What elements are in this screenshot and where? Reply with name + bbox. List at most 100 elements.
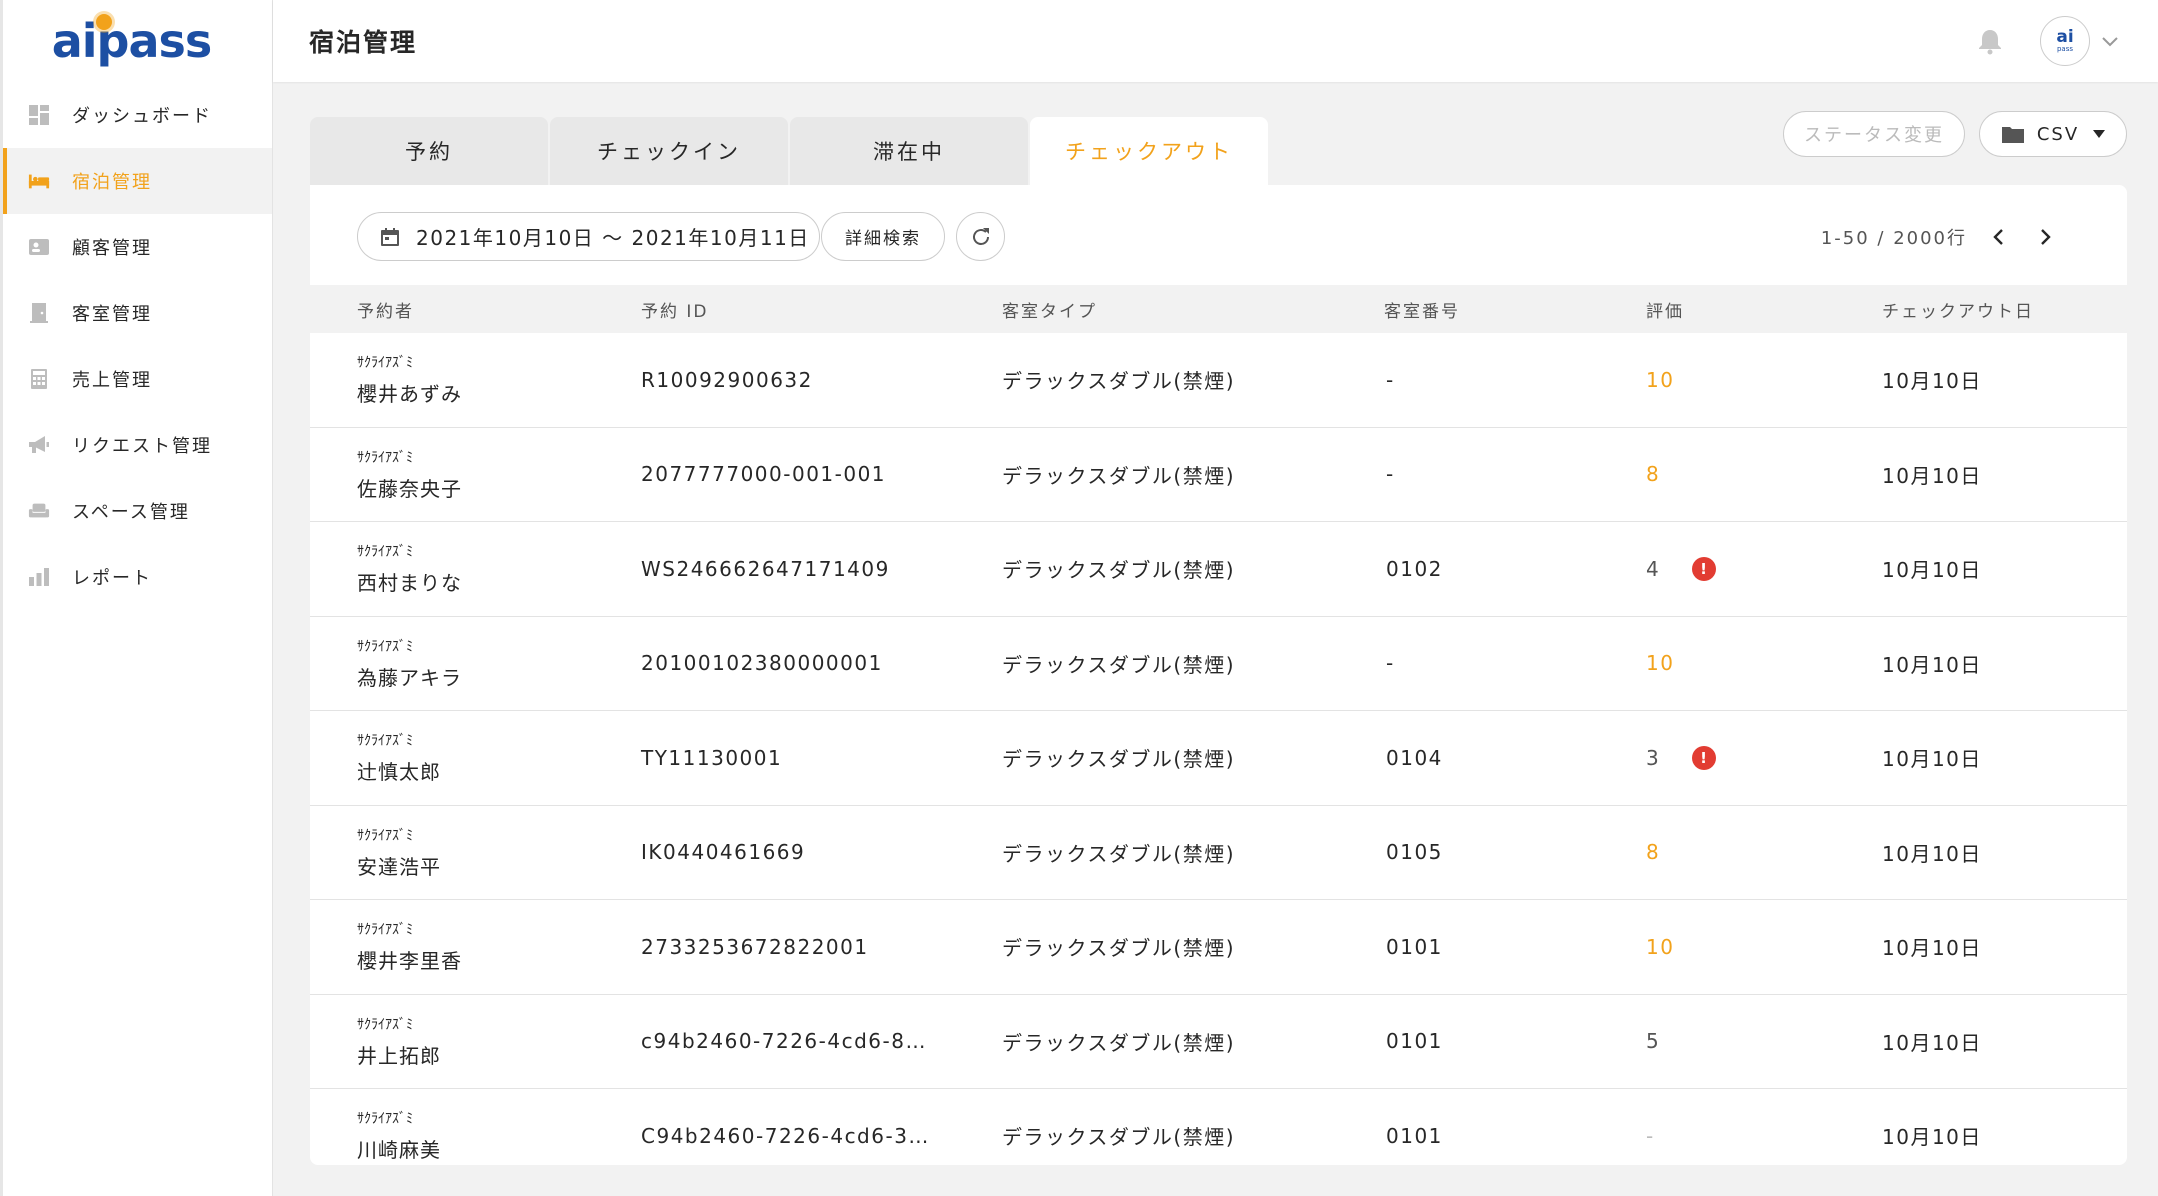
csv-button[interactable]: CSV xyxy=(1979,111,2127,157)
sidebar-item-reports[interactable]: レポート xyxy=(3,544,272,610)
tab-staying[interactable]: 滞在中 xyxy=(790,117,1028,185)
room-number: 0105 xyxy=(1386,840,1443,865)
guest-cell: ｻｸﾗｲｱｽﾞﾐ 辻慎太郎 xyxy=(310,730,641,785)
sidebar-item-accommodation[interactable]: 宿泊管理 xyxy=(3,148,272,214)
sidebar-item-spaces[interactable]: スペース管理 xyxy=(3,478,272,544)
checkout-date: 10月10日 xyxy=(1882,936,1982,961)
reservation-id: C94b2460-7226-4cd6-3… xyxy=(641,1123,930,1148)
guest-name: 為藤アキラ xyxy=(357,665,462,690)
column-header-reservation-id[interactable]: 予約 ID xyxy=(641,297,1002,322)
calendar-icon xyxy=(381,227,399,246)
calculator-icon xyxy=(28,368,50,390)
rating-cell: 5 xyxy=(1646,1029,1882,1053)
tab-checkin[interactable]: チェックイン xyxy=(550,117,788,185)
table-row[interactable]: ｻｸﾗｲｱｽﾞﾐ 為藤アキラ 20100102380000001 デラックスダブル(禁… xyxy=(310,617,2127,711)
guest-name: 安達浩平 xyxy=(357,854,441,879)
guest-name: 辻慎太郎 xyxy=(357,760,441,785)
tab-checkout[interactable]: チェックアウト xyxy=(1030,117,1268,185)
avatar-text: ai xyxy=(2056,27,2074,47)
guest-name: 西村まりな xyxy=(357,571,462,596)
room-number: - xyxy=(1386,651,1395,676)
table-row[interactable]: ｻｸﾗｲｱｽﾞﾐ 佐藤奈央子 2077777000-001-001 デラックスダブル(… xyxy=(310,428,2127,522)
guest-cell: ｻｸﾗｲｱｽﾞﾐ 西村まりな xyxy=(310,541,641,596)
guest-kana: ｻｸﾗｲｱｽﾞﾐ xyxy=(357,1016,413,1033)
column-header-rating[interactable]: 評価 xyxy=(1646,297,1882,322)
filter-toolbar: 2021年10月10日 ～ 2021年10月11日 詳細検索 1-50 / 20… xyxy=(310,185,2127,285)
top-header: 宿泊管理 ai pass xyxy=(273,0,2158,82)
room-number: 0101 xyxy=(1386,1029,1443,1054)
checkout-date: 10月10日 xyxy=(1882,652,1982,677)
door-icon xyxy=(28,302,50,324)
bar-chart-icon xyxy=(28,566,50,588)
sidebar-item-sales[interactable]: 売上管理 xyxy=(3,346,272,412)
room-type: デラックスダブル(禁煙) xyxy=(1002,1125,1236,1150)
guest-cell: ｻｸﾗｲｱｽﾞﾐ 安達浩平 xyxy=(310,825,641,880)
table-row[interactable]: ｻｸﾗｲｱｽﾞﾐ 辻慎太郎 TY11130001 デラックスダブル(禁煙) 0104 3!… xyxy=(310,711,2127,806)
sidebar-item-rooms[interactable]: 客室管理 xyxy=(3,280,272,346)
sidebar-item-label: ダッシュボード xyxy=(72,106,212,127)
table-row[interactable]: ｻｸﾗｲｱｽﾞﾐ 櫻井あずみ R10092900632 デラックスダブル(禁煙) - 10… xyxy=(310,333,2127,428)
checkout-date: 10月10日 xyxy=(1882,1125,1982,1150)
rating-value: 3 xyxy=(1646,745,1661,770)
column-header-room-type[interactable]: 客室タイプ xyxy=(1002,297,1384,322)
top-actions: ステータス変更 CSV xyxy=(1783,111,2127,157)
rating-cell: 3! xyxy=(1646,745,1882,770)
sidebar: aipass ダッシュボード 宿泊管理 顧客管理 客室管理 売上管理 リクエスト… xyxy=(0,0,273,1196)
avatar-subtext: pass xyxy=(2056,45,2074,53)
reservation-id: R10092900632 xyxy=(641,367,813,392)
room-type: デラックスダブル(禁煙) xyxy=(1002,463,1236,488)
guest-kana: ｻｸﾗｲｱｽﾞﾐ xyxy=(357,355,413,372)
column-header-checkout-date[interactable]: チェックアウト日 xyxy=(1882,297,2127,322)
sofa-icon xyxy=(28,500,50,522)
rating-cell: 4! xyxy=(1646,556,1882,581)
chevron-down-icon[interactable] xyxy=(2100,31,2120,51)
table-row[interactable]: ｻｸﾗｲｱｽﾞﾐ 西村まりな WS246662647171409 デラックスダブル(禁… xyxy=(310,522,2127,617)
date-range-picker[interactable]: 2021年10月10日 ～ 2021年10月11日 xyxy=(357,212,820,261)
rating-cell: 10 xyxy=(1646,651,1882,675)
column-header-guest[interactable]: 予約者 xyxy=(310,297,641,322)
table-row[interactable]: ｻｸﾗｲｱｽﾞﾐ 川崎麻美 C94b2460-7226-4cd6-3… デラックスダブ… xyxy=(310,1089,2127,1165)
room-type: デラックスダブル(禁煙) xyxy=(1002,558,1236,583)
chevron-left-icon[interactable] xyxy=(1985,223,2013,251)
sidebar-item-dashboard[interactable]: ダッシュボード xyxy=(3,82,272,148)
csv-label: CSV xyxy=(2036,123,2080,145)
sidebar-item-label: リクエスト管理 xyxy=(72,436,212,457)
guest-name: 川崎麻美 xyxy=(357,1138,441,1163)
status-change-button[interactable]: ステータス変更 xyxy=(1783,111,1965,157)
room-type: デラックスダブル(禁煙) xyxy=(1002,652,1236,677)
room-number: 0102 xyxy=(1386,556,1443,581)
bell-icon[interactable] xyxy=(1976,27,2004,55)
room-number: - xyxy=(1386,462,1395,487)
room-number: 0101 xyxy=(1386,1123,1443,1148)
room-type: デラックスダブル(禁煙) xyxy=(1002,747,1236,772)
refresh-button[interactable] xyxy=(956,212,1005,261)
alert-icon: ! xyxy=(1692,556,1717,581)
avatar[interactable]: ai pass xyxy=(2040,16,2090,66)
rating-value: 4 xyxy=(1646,556,1661,581)
room-number: 0101 xyxy=(1386,934,1443,959)
table-row[interactable]: ｻｸﾗｲｱｽﾞﾐ 櫻井李里香 2733253672822001 デラックスダブル(禁煙… xyxy=(310,900,2127,995)
guest-name: 佐藤奈央子 xyxy=(357,476,462,501)
rating-cell: 8 xyxy=(1646,840,1882,864)
checkout-date: 10月10日 xyxy=(1882,747,1982,772)
sidebar-item-requests[interactable]: リクエスト管理 xyxy=(3,412,272,478)
bed-icon xyxy=(28,170,50,192)
aipass-logo[interactable]: aipass xyxy=(3,0,272,82)
guest-kana: ｻｸﾗｲｱｽﾞﾐ xyxy=(357,827,413,844)
table-row[interactable]: ｻｸﾗｲｱｽﾞﾐ 井上拓郎 c94b2460-7226-4cd6-8… デラックスダブ… xyxy=(310,995,2127,1089)
column-header-room-number[interactable]: 客室番号 xyxy=(1384,297,1646,322)
guest-name: 櫻井あずみ xyxy=(357,382,462,407)
tab-reservation[interactable]: 予約 xyxy=(310,117,548,185)
chevron-right-icon[interactable] xyxy=(2031,223,2059,251)
dashboard-icon xyxy=(28,104,50,126)
sidebar-item-customers[interactable]: 顧客管理 xyxy=(3,214,272,280)
rating-cell: 8 xyxy=(1646,462,1882,486)
reservation-id: 2733253672822001 xyxy=(641,934,869,959)
sidebar-item-label: スペース管理 xyxy=(72,502,190,523)
guest-cell: ｻｸﾗｲｱｽﾞﾐ 佐藤奈央子 xyxy=(310,447,641,502)
refresh-icon xyxy=(972,227,989,245)
table-row[interactable]: ｻｸﾗｲｱｽﾞﾐ 安達浩平 IK0440461669 デラックスダブル(禁煙) 0105… xyxy=(310,806,2127,900)
guest-cell: ｻｸﾗｲｱｽﾞﾐ 櫻井李里香 xyxy=(310,919,641,974)
detail-search-button[interactable]: 詳細検索 xyxy=(821,212,945,261)
checkout-date: 10月10日 xyxy=(1882,841,1982,866)
